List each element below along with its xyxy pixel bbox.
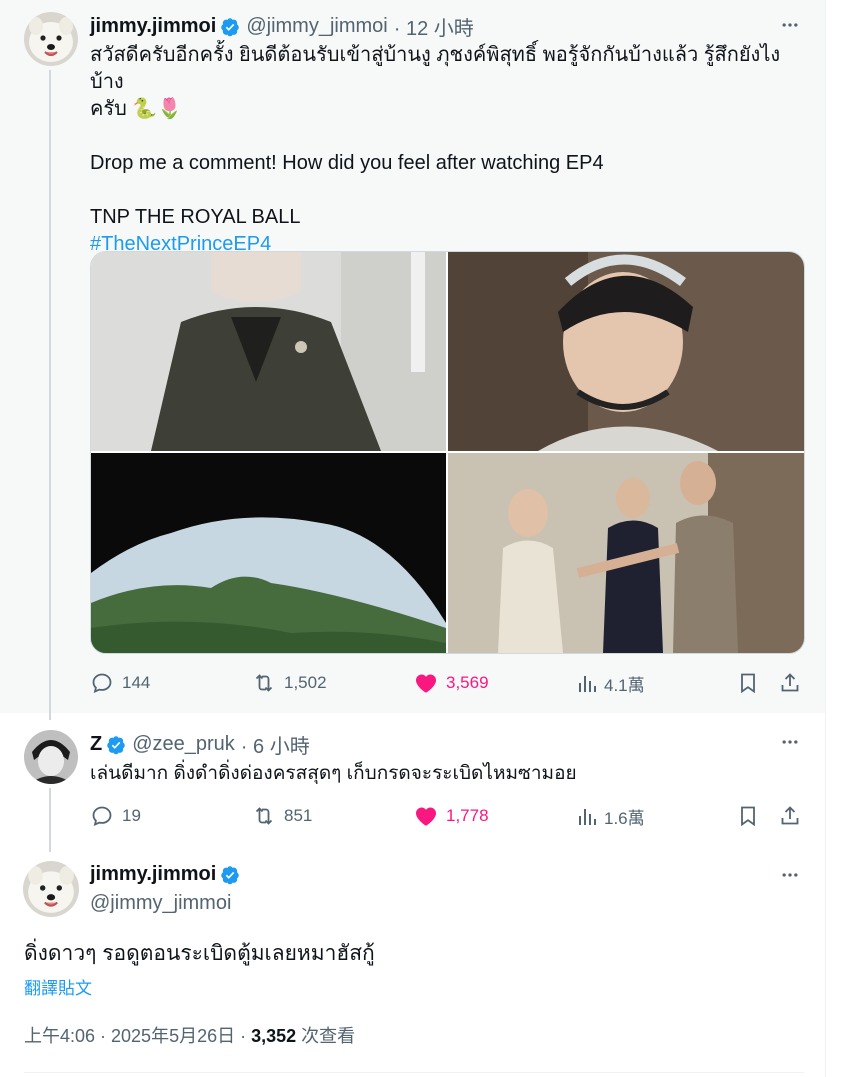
verified-icon xyxy=(221,865,240,884)
tweet-text: สวัสดีครับอีกครั้ง ยินดีต้อนรับเข้าสู่บ้… xyxy=(90,42,810,258)
tweet-header: Z @zee_pruk · 6 小時 xyxy=(90,730,310,759)
views-icon xyxy=(579,675,596,692)
reply-button[interactable]: 19 xyxy=(90,804,141,828)
share-button[interactable] xyxy=(778,804,802,828)
like-count: 1,778 xyxy=(446,806,489,825)
handle[interactable]: @jimmy_jimmoi xyxy=(90,892,231,915)
repost-count: 851 xyxy=(284,806,313,825)
repost-button[interactable]: 851 xyxy=(252,804,312,828)
media-grid xyxy=(90,251,805,654)
reply-icon xyxy=(92,673,112,694)
more-icon[interactable] xyxy=(778,863,802,887)
reply-count: 19 xyxy=(122,806,141,825)
views-button[interactable]: 1.6萬 xyxy=(576,804,645,829)
timestamp[interactable]: · 12 小時 xyxy=(394,12,474,41)
views-label: 次查看 xyxy=(296,1026,356,1046)
share-button[interactable] xyxy=(778,671,802,695)
verified-icon xyxy=(107,735,125,754)
like-button[interactable]: 1,778 xyxy=(414,804,489,828)
views-count: 4.1萬 xyxy=(604,676,645,695)
share-icon xyxy=(781,673,799,692)
timestamp[interactable]: · 6 小時 xyxy=(241,730,310,759)
photo-2[interactable] xyxy=(448,252,804,451)
repost-count: 1,502 xyxy=(284,673,327,692)
handle[interactable]: @jimmy_jimmoi xyxy=(246,15,387,38)
repost-button[interactable]: 1,502 xyxy=(252,671,327,695)
dog-avatar-image xyxy=(24,12,78,66)
translate-link[interactable]: 翻譯貼文 xyxy=(24,974,92,999)
display-name[interactable]: Z xyxy=(90,733,102,756)
repost-icon xyxy=(255,674,273,692)
tweet-original[interactable]: jimmy.jimmoi @jimmy_jimmoi · 12 小時 สวัสด… xyxy=(0,0,825,720)
post-timestamp[interactable]: 上午4:06 · 2025年5月26日 · xyxy=(24,1026,251,1046)
text-line: ครับ 🐍🌷 xyxy=(90,98,183,120)
bookmark-button[interactable] xyxy=(736,671,760,695)
views-count: 1.6萬 xyxy=(604,809,645,828)
like-count: 3,569 xyxy=(446,673,489,692)
tweet-meta: 上午4:06 · 2025年5月26日 · 3,352 次查看 xyxy=(24,1022,355,1048)
more-icon[interactable] xyxy=(778,730,802,754)
like-icon xyxy=(416,674,436,693)
photo-3[interactable] xyxy=(91,453,446,653)
tweet-text: เล่นดีมาก ดิ่งดำดิ่งด่องครสสุดๆ เก็บกรดจ… xyxy=(90,763,577,784)
text-line: Drop me a comment! How did you feel afte… xyxy=(90,152,604,174)
bookmark-icon xyxy=(741,806,755,827)
repost-icon xyxy=(255,807,273,825)
tweet-header: jimmy.jimmoi xyxy=(90,863,246,886)
profile-photo xyxy=(24,730,78,784)
like-icon xyxy=(416,807,436,826)
avatar[interactable] xyxy=(24,12,78,66)
thread-line xyxy=(49,70,51,720)
views-button[interactable]: 4.1萬 xyxy=(576,671,645,696)
tweet-text: ดิ่งดาวๆ รอดูตอนระเบิดตู้มเลยหมาฮัสกู้ xyxy=(24,942,375,965)
tweet-header: jimmy.jimmoi @jimmy_jimmoi · 12 小時 xyxy=(90,12,474,41)
reply-count: 144 xyxy=(122,673,151,692)
share-icon xyxy=(781,806,799,825)
photo-1[interactable] xyxy=(91,252,446,451)
view-count: 3,352 xyxy=(251,1026,297,1046)
page-gutter xyxy=(826,0,845,1077)
photo-4[interactable] xyxy=(448,453,804,653)
display-name[interactable]: jimmy.jimmoi xyxy=(90,15,216,38)
reply-button[interactable]: 144 xyxy=(90,671,150,695)
text-line: TNP THE ROYAL BALL xyxy=(90,206,301,228)
like-button[interactable]: 3,569 xyxy=(414,671,489,695)
bookmark-button[interactable] xyxy=(736,804,760,828)
handle[interactable]: @zee_pruk xyxy=(132,733,235,756)
avatar[interactable] xyxy=(23,861,79,917)
divider xyxy=(24,1072,804,1073)
dog-avatar-image xyxy=(23,861,79,917)
thread-line xyxy=(49,788,51,852)
verified-icon xyxy=(221,17,240,36)
display-name[interactable]: jimmy.jimmoi xyxy=(90,863,216,886)
text-line: สวัสดีครับอีกครั้ง ยินดีต้อนรับเข้าสู่บ้… xyxy=(90,44,781,93)
bookmark-icon xyxy=(741,673,755,694)
reply-icon xyxy=(92,806,112,827)
views-icon xyxy=(579,808,596,825)
avatar[interactable] xyxy=(24,730,78,784)
more-icon[interactable] xyxy=(778,13,802,37)
